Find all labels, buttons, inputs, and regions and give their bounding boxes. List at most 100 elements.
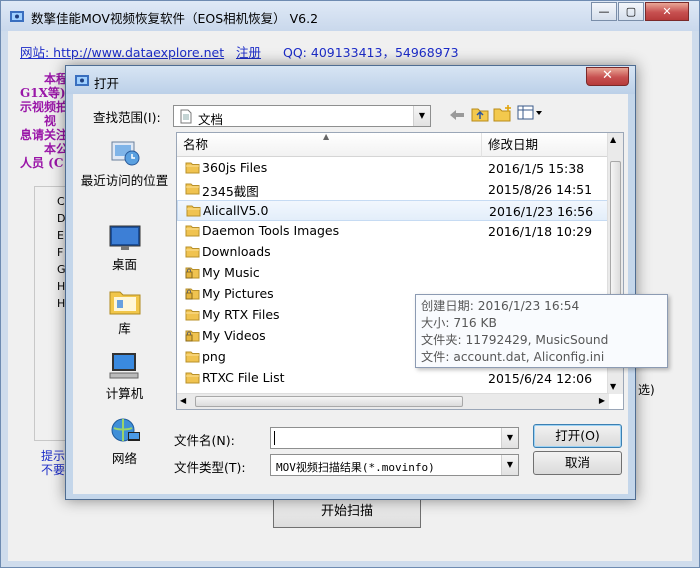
- scroll-right-icon[interactable]: ▶: [599, 396, 605, 405]
- open-button[interactable]: 打开(O): [533, 424, 622, 448]
- maximize-button[interactable]: ▢: [618, 2, 644, 21]
- libraries-icon: [109, 291, 140, 315]
- filetype-label: 文件类型(T):: [174, 460, 246, 475]
- sort-ascending-icon: ▲: [323, 132, 330, 141]
- file-date: 2016/1/23 16:56: [489, 204, 594, 219]
- app-logo-icon: [10, 11, 24, 22]
- back-arrow-icon[interactable]: [449, 108, 465, 122]
- locked-folder-icon: [185, 330, 200, 342]
- chevron-down-icon[interactable]: ▼: [501, 455, 518, 475]
- dialog-app-icon: [75, 75, 89, 86]
- scroll-left-icon[interactable]: ◀: [180, 396, 186, 405]
- dialog-close-button[interactable]: ✕: [586, 67, 629, 86]
- file-row[interactable]: AlicallV5.0 2016/1/23 16:56: [177, 200, 609, 221]
- title-bar: 数擎佳能MOV视频恢复软件（EOS相机恢复） V6.2 — ▢ ✕: [1, 1, 699, 31]
- place-recent[interactable]: 最近访问的位置: [76, 136, 173, 189]
- folder-icon: [185, 225, 200, 237]
- filename-label: 文件名(N):: [174, 433, 235, 448]
- file-row[interactable]: RTXC File List 2015/6/24 12:06: [177, 368, 609, 389]
- locked-folder-icon: [185, 267, 200, 279]
- file-name: My Pictures: [202, 286, 274, 301]
- folder-icon: [185, 372, 200, 384]
- place-network[interactable]: 网络: [76, 416, 173, 467]
- file-name: AlicallV5.0: [203, 203, 269, 218]
- lookin-label: 查找范围(I):: [93, 110, 161, 125]
- drive-item[interactable]: C: [57, 195, 65, 208]
- places-bar: 最近访问的位置 桌面 库 计算机 网络: [76, 136, 173, 466]
- tooltip-line: 创建日期: 2016/1/23 16:54: [421, 299, 580, 313]
- folder-icon: [185, 246, 200, 258]
- file-row[interactable]: 360js Files 2016/1/5 15:38: [177, 158, 609, 179]
- place-label: 库: [118, 321, 131, 336]
- file-row[interactable]: 2345截图 2015/8/26 14:51: [177, 179, 609, 200]
- file-name: My Videos: [202, 328, 266, 343]
- file-date: 2016/1/18 10:29: [488, 224, 593, 239]
- folder-icon: [186, 205, 201, 217]
- up-folder-icon[interactable]: [471, 106, 489, 122]
- place-computer[interactable]: 计算机: [76, 351, 173, 402]
- chevron-down-icon[interactable]: ▼: [413, 106, 430, 126]
- file-name: 2345截图: [202, 184, 259, 199]
- place-label: 计算机: [105, 386, 144, 401]
- file-date: 2016/1/5 15:38: [488, 161, 585, 176]
- lookin-value: 文档: [198, 112, 224, 127]
- file-row[interactable]: Downloads: [177, 242, 609, 263]
- column-header-date[interactable]: 修改日期: [482, 133, 609, 157]
- scroll-up-icon[interactable]: ▲: [610, 135, 616, 144]
- scroll-down-icon[interactable]: ▼: [610, 382, 616, 391]
- documents-icon: [180, 109, 192, 124]
- file-date: 2015/6/24 12:06: [488, 371, 593, 386]
- start-scan-button[interactable]: 开始扫描: [273, 496, 421, 528]
- register-link[interactable]: 注册: [236, 42, 261, 61]
- filetype-select[interactable]: MOV视频扫描结果(*.movinfo) ▼: [270, 454, 519, 476]
- website-link[interactable]: 网站: http://www.dataexplore.net: [20, 42, 224, 61]
- drive-item[interactable]: E: [57, 229, 64, 242]
- place-desktop[interactable]: 桌面: [76, 224, 173, 273]
- close-button[interactable]: ✕: [645, 2, 689, 21]
- minimize-button[interactable]: —: [591, 2, 617, 21]
- column-header-name[interactable]: 名称 ▲: [177, 133, 482, 157]
- tooltip-line: 文件: account.dat, Aliconfig.ini: [421, 350, 605, 364]
- cancel-button[interactable]: 取消: [533, 451, 622, 475]
- file-name: Downloads: [202, 244, 271, 259]
- tooltip-line: 文件夹: 11792429, MusicSound: [421, 333, 609, 347]
- intro-line: 人员 (C: [20, 156, 64, 170]
- window-title: 数擎佳能MOV视频恢复软件（EOS相机恢复） V6.2: [31, 11, 319, 26]
- dialog-title-bar: 打开 ✕: [66, 66, 635, 94]
- desktop-icon: [109, 225, 140, 250]
- file-name: RTXC File List: [202, 370, 285, 385]
- horizontal-scrollbar[interactable]: ◀ ▶: [177, 393, 609, 409]
- option-text: 选): [638, 383, 655, 397]
- file-list[interactable]: 名称 ▲ 修改日期 360js Files 2016/1/5 15:38 2345截…: [176, 132, 624, 410]
- dialog-title: 打开: [94, 76, 120, 91]
- file-row[interactable]: My Music: [177, 263, 609, 284]
- place-label: 网络: [111, 451, 137, 466]
- file-name: png: [202, 349, 226, 364]
- open-dialog: 打开 ✕ 查找范围(I): 文档 ▼ 最近访问的位置 桌面 库 计算机 网络 名…: [65, 65, 668, 500]
- view-menu-icon[interactable]: [517, 105, 543, 121]
- network-icon: [111, 418, 140, 442]
- place-label: 桌面: [111, 257, 137, 272]
- new-folder-icon[interactable]: [493, 104, 513, 122]
- text-cursor: [274, 431, 275, 445]
- file-name: 360js Files: [202, 160, 268, 175]
- recent-places-icon: [111, 141, 139, 166]
- locked-folder-icon: [185, 288, 200, 300]
- chevron-down-icon[interactable]: ▼: [501, 428, 518, 448]
- horizontal-scroll-thumb[interactable]: [195, 396, 463, 407]
- lookin-combo[interactable]: 文档 ▼: [173, 105, 431, 127]
- folder-info-tooltip: 创建日期: 2016/1/23 16:54 大小: 716 KB 文件夹: 11…: [415, 294, 668, 368]
- filename-input[interactable]: ▼: [270, 427, 519, 449]
- file-date: 2015/8/26 14:51: [488, 182, 593, 197]
- file-row[interactable]: Daemon Tools Images 2016/1/18 10:29: [177, 221, 609, 242]
- file-name: My Music: [202, 265, 260, 280]
- place-libraries[interactable]: 库: [76, 286, 173, 337]
- folder-icon: [185, 183, 200, 195]
- tooltip-line: 大小: 716 KB: [421, 316, 497, 330]
- drive-item[interactable]: F: [57, 246, 63, 259]
- folder-icon: [185, 351, 200, 363]
- place-label: 最近访问的位置: [80, 173, 169, 188]
- qq-contact: QQ: 409133413，54968973: [283, 45, 459, 60]
- file-name: Daemon Tools Images: [202, 223, 340, 238]
- folder-icon: [185, 309, 200, 321]
